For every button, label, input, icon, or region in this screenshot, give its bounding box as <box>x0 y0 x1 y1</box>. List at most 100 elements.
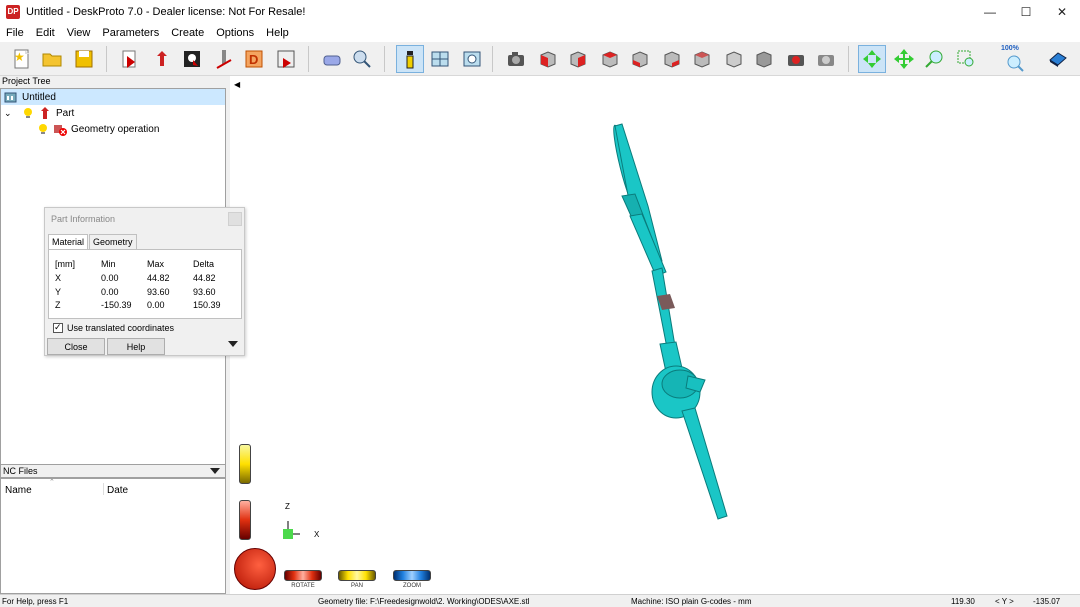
rotate-slider[interactable] <box>284 570 322 581</box>
pan-slider[interactable] <box>338 570 376 581</box>
preview-window-icon[interactable] <box>458 45 486 73</box>
menu-parameters[interactable]: Parameters <box>96 27 165 39</box>
save-icon[interactable] <box>70 45 98 73</box>
checkbox-icon[interactable] <box>53 322 63 333</box>
row-min: 0.00 <box>101 287 119 297</box>
zoom-100-icon[interactable]: 100% <box>1000 45 1030 73</box>
zoom-label: ZOOM <box>403 583 421 589</box>
nc-files-dropdown-icon[interactable] <box>210 468 220 474</box>
load-geometry-icon[interactable] <box>116 45 144 73</box>
dimensions-icon[interactable]: D <box>240 45 268 73</box>
status-coord-value: 119.30 <box>951 597 975 606</box>
help-book-icon[interactable] <box>1044 45 1072 73</box>
row-delta: 93.60 <box>193 287 216 297</box>
main-toolbar: ★ D 100% <box>0 42 1080 76</box>
row-delta: 150.39 <box>193 300 221 310</box>
info-icon[interactable] <box>396 45 424 73</box>
translated-coordinates-checkbox[interactable]: Use translated coordinates <box>53 322 175 333</box>
tilt-dial-red[interactable] <box>239 500 251 540</box>
view-front-icon[interactable] <box>534 45 562 73</box>
tree-item-project-label: Untitled <box>22 91 56 103</box>
tab-material[interactable]: Material <box>48 234 89 249</box>
view-back-icon[interactable] <box>564 45 592 73</box>
svg-text:D: D <box>249 52 258 67</box>
nc-files-list: Name ⌃ Date <box>0 478 226 594</box>
menu-help[interactable]: Help <box>260 27 295 39</box>
view-iso-icon[interactable] <box>720 45 748 73</box>
view-top-icon[interactable] <box>658 45 686 73</box>
expand-arrow-icon[interactable] <box>228 341 238 347</box>
toolbar-separator <box>848 46 849 72</box>
column-divider[interactable] <box>103 483 104 495</box>
toolbar-separator <box>308 46 309 72</box>
view-left-icon[interactable] <box>596 45 624 73</box>
zoom-100-label: 100% <box>1001 45 1019 52</box>
status-bar: For Help, press F1 Geometry file: F:\Fre… <box>0 594 1080 607</box>
zoom-slider[interactable] <box>393 570 431 581</box>
menu-edit[interactable]: Edit <box>30 27 61 39</box>
nc-files-title: NC Files <box>3 466 38 476</box>
tree-item-geometry-operation[interactable]: Geometry operation <box>37 121 159 137</box>
pan-icon[interactable] <box>890 45 918 73</box>
row-axis: Z <box>55 300 61 310</box>
row-delta: 44.82 <box>193 273 216 283</box>
status-help: For Help, press F1 <box>2 597 69 606</box>
operation-error-icon <box>54 125 67 136</box>
tree-item-part[interactable]: ⌄ Part <box>4 105 74 121</box>
minimize-button[interactable]: — <box>972 0 1008 24</box>
rotate-icon[interactable] <box>858 45 886 73</box>
nc-files-header: NC Files <box>0 464 226 478</box>
view-bottom-icon[interactable] <box>688 45 716 73</box>
tree-item-geometry-operation-label: Geometry operation <box>71 123 160 135</box>
menu-file[interactable]: File <box>0 27 30 39</box>
new-project-icon[interactable]: ★ <box>8 45 36 73</box>
lightbulb-icon[interactable] <box>37 123 49 135</box>
menu-create[interactable]: Create <box>165 27 210 39</box>
nc-col-date[interactable]: Date <box>107 485 128 496</box>
tilt-dial-yellow[interactable] <box>239 444 251 484</box>
view-right-icon[interactable] <box>626 45 654 73</box>
tree-item-project[interactable]: Untitled <box>1 89 225 105</box>
tool-icon[interactable] <box>210 45 238 73</box>
open-folder-icon[interactable] <box>38 45 66 73</box>
menu-view[interactable]: View <box>61 27 97 39</box>
chevron-down-icon[interactable]: ⌄ <box>4 108 18 119</box>
bitmap-icon[interactable] <box>178 45 206 73</box>
row-axis: Y <box>55 287 62 297</box>
export-icon[interactable] <box>272 45 300 73</box>
nc-col-name[interactable]: Name <box>5 485 32 496</box>
menu-options[interactable]: Options <box>210 27 260 39</box>
sort-indicator-icon: ⌃ <box>49 479 55 486</box>
inspect-icon[interactable] <box>348 45 376 73</box>
checkbox-label: Use translated coordinates <box>67 323 175 333</box>
snapshot-icon[interactable] <box>782 45 810 73</box>
zoom-window-icon[interactable] <box>952 45 980 73</box>
part-parameters-icon[interactable] <box>148 45 176 73</box>
view-grey-cube-icon[interactable] <box>750 45 778 73</box>
close-button[interactable]: Close <box>47 338 105 355</box>
status-machine: Machine: ISO plain G-codes - mm <box>631 597 752 606</box>
col-delta: Delta <box>193 259 215 269</box>
row-min: -150.39 <box>101 300 132 310</box>
toolbar-separator <box>106 46 107 72</box>
maximize-button[interactable]: ☐ <box>1008 0 1044 24</box>
deskproto-logo-icon: DP <box>6 5 20 19</box>
snapshot-grey-icon[interactable] <box>812 45 840 73</box>
3d-viewport[interactable]: ◀ Z X ROTATE PAN ZOOM <box>230 76 1080 594</box>
layout-icon[interactable] <box>426 45 454 73</box>
help-button[interactable]: Help <box>107 338 165 355</box>
close-button[interactable]: ✕ <box>1044 0 1080 24</box>
eraser-icon[interactable] <box>318 45 346 73</box>
col-unit: [mm] <box>55 259 75 269</box>
lightbulb-icon[interactable] <box>22 107 34 119</box>
dialog-close-icon[interactable] <box>228 212 242 226</box>
status-coord-value-2: -135.07 <box>1033 597 1061 606</box>
window-title: Untitled - DeskProto 7.0 - Dealer licens… <box>26 6 306 18</box>
dialog-title: Part Information <box>51 214 116 224</box>
title-bar: DP Untitled - DeskProto 7.0 - Dealer lic… <box>0 0 1080 24</box>
tab-geometry[interactable]: Geometry <box>89 234 137 249</box>
rotate-wheel[interactable] <box>234 548 276 590</box>
camera-icon[interactable] <box>502 45 530 73</box>
zoom-in-icon[interactable] <box>920 45 948 73</box>
status-geometry-file: Geometry file: F:\Freedesignwold\2. Work… <box>318 597 530 606</box>
